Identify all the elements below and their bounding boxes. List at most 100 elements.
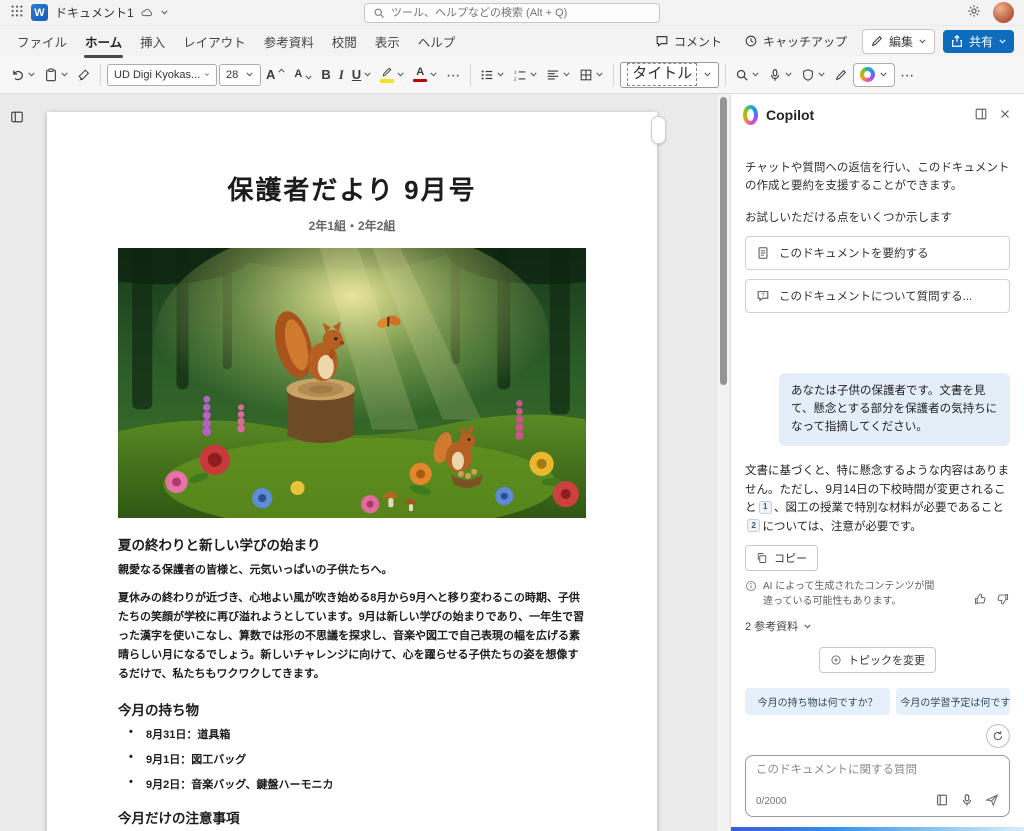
forest-squirrel-illustration[interactable] (118, 248, 586, 518)
underline-button[interactable]: U (349, 65, 375, 84)
borders-button[interactable] (576, 65, 607, 85)
copilot-input-box[interactable]: 0/2000 (745, 755, 1010, 817)
tab-references[interactable]: 参考資料 (255, 27, 323, 56)
doc-title: 保護者だより 9月号 (118, 170, 586, 207)
copilot-button[interactable] (853, 63, 895, 87)
thumbs-up-button[interactable] (973, 592, 987, 609)
editing-mode-button[interactable]: 編集 (862, 29, 935, 54)
tab-review[interactable]: 校閲 (323, 27, 366, 56)
document-name[interactable]: ドキュメント1 (55, 4, 134, 21)
comments-button[interactable]: コメント (648, 30, 729, 53)
close-panel-button[interactable] (998, 107, 1012, 124)
copilot-logo (743, 105, 758, 125)
document-scrollbar[interactable] (716, 94, 730, 831)
list-item: 9月2日：音楽バッグ、鍵盤ハーモニカ (122, 776, 586, 792)
settings-button[interactable] (967, 4, 981, 21)
format-painter-button[interactable] (74, 65, 94, 85)
font-name-select[interactable]: UD Digi Kyokas... (107, 64, 217, 86)
summarize-document-button[interactable]: このドキュメントを要約する (745, 236, 1010, 270)
prompt-library-button[interactable] (935, 793, 949, 810)
doc-subtitle: 2年1組・2年2組 (118, 217, 586, 234)
search-box[interactable] (364, 3, 660, 23)
close-icon (998, 107, 1012, 121)
tab-view[interactable]: 表示 (366, 27, 409, 56)
info-icon (745, 580, 757, 592)
citation-badge[interactable]: 2 (747, 519, 760, 532)
dictate-button[interactable] (765, 65, 796, 85)
content-area: 保護者だより 9月号 2年1組・2年2組 (0, 94, 1024, 831)
undo-button[interactable] (8, 65, 39, 85)
chevron-down-icon[interactable] (160, 8, 169, 17)
divider (613, 64, 614, 86)
thumbs-up-icon (973, 592, 987, 606)
change-topic-button[interactable]: トピックを変更 (819, 647, 936, 673)
copilot-accent-bar (731, 827, 1024, 831)
popout-icon (974, 107, 988, 121)
find-button[interactable] (732, 65, 763, 85)
italic-button[interactable]: I (336, 65, 347, 84)
bullets-button[interactable] (477, 65, 508, 85)
tab-layout[interactable]: レイアウト (174, 27, 255, 56)
formatting-toolbar: UD Digi Kyokas... 28 A A B I U A ⋯ タイトル (0, 56, 1024, 94)
ask-about-document-button[interactable]: このドキュメントについて質問する... (745, 279, 1010, 313)
chip-belongings[interactable]: 今月の持ち物は何ですか？ (745, 688, 890, 715)
copilot-try-heading: お試しいただける点をいくつか示します (745, 210, 1010, 227)
send-button[interactable] (985, 793, 999, 810)
font-size-select[interactable]: 28 (219, 64, 261, 86)
app-launcher-button[interactable] (10, 4, 24, 21)
scrollbar-thumb[interactable] (720, 97, 727, 385)
pen-icon (870, 34, 884, 48)
font-color-button[interactable]: A (410, 64, 441, 86)
bold-button[interactable]: B (318, 65, 333, 84)
highlight-color-button[interactable] (377, 63, 408, 86)
tab-file[interactable]: ファイル (8, 27, 76, 56)
document-page[interactable]: 保護者だより 9月号 2年1組・2年2組 (47, 112, 657, 831)
catchup-button[interactable]: キャッチアップ (737, 30, 854, 53)
tab-insert[interactable]: 挿入 (131, 27, 174, 56)
move-panel-button[interactable] (974, 107, 988, 124)
copy-button[interactable]: コピー (745, 545, 818, 571)
alignment-button[interactable] (543, 65, 574, 85)
regenerate-button[interactable] (986, 724, 1010, 748)
chevron-down-icon (998, 37, 1007, 46)
editor-button[interactable] (831, 65, 851, 85)
section-heading: 今月だけの注意事項 (118, 807, 586, 827)
grow-font-button[interactable]: A (263, 65, 289, 84)
ai-disclaimer: AI によって生成されたコンテンツが間違っている可能性もあります。 (745, 580, 1010, 609)
highlighter-icon (381, 66, 393, 78)
copilot-icon (860, 67, 875, 82)
ribbon-tab-bar: ファイル ホーム 挿入 レイアウト 参考資料 校閲 表示 ヘルプ コメント キャ… (0, 26, 1024, 56)
copy-icon (756, 552, 768, 564)
more-commands-button[interactable]: ⋯ (897, 65, 918, 85)
tab-help[interactable]: ヘルプ (409, 27, 465, 56)
notebook-icon (935, 793, 949, 807)
word-logo: W (31, 4, 48, 21)
document-canvas: 保護者だより 9月号 2年1組・2年2組 (0, 94, 716, 831)
mic-icon (960, 793, 974, 807)
thumbs-down-button[interactable] (996, 592, 1010, 609)
numbering-button[interactable] (510, 65, 541, 85)
doc-paragraph: 夏休みの終わりが近づき、心地よい風が吹き始める8月から9月へと移り変わるこの時期… (118, 589, 586, 684)
page-scroll-indicator[interactable] (651, 116, 666, 144)
tab-home[interactable]: ホーム (76, 27, 131, 56)
share-button[interactable]: 共有 (943, 30, 1014, 53)
chip-study-plan[interactable]: 今月の学習予定は何ですか？ (896, 688, 1010, 715)
send-icon (985, 793, 999, 807)
avatar[interactable] (993, 2, 1014, 23)
list-item: 8月31日：道具箱 (122, 726, 586, 742)
style-gallery[interactable]: タイトル (620, 62, 719, 88)
voice-input-button[interactable] (960, 793, 974, 810)
more-formatting-button[interactable]: ⋯ (443, 65, 464, 85)
search-icon (735, 68, 749, 82)
thumbnail-pane-toggle[interactable] (7, 107, 27, 130)
copilot-input[interactable] (756, 764, 999, 776)
search-input[interactable] (391, 7, 651, 19)
copilot-panel: Copilot チャットや質問への返信を行い、このドキュメントの作成と要約を支援… (730, 94, 1024, 831)
paste-button[interactable] (41, 65, 72, 85)
document-icon (756, 246, 770, 260)
references-toggle[interactable]: 2 参考資料 (745, 618, 812, 634)
list-item: 9月1日：図工バッグ (122, 751, 586, 767)
citation-badge[interactable]: 1 (759, 501, 772, 514)
sensitivity-button[interactable] (798, 65, 829, 85)
shrink-font-button[interactable]: A (291, 64, 316, 85)
